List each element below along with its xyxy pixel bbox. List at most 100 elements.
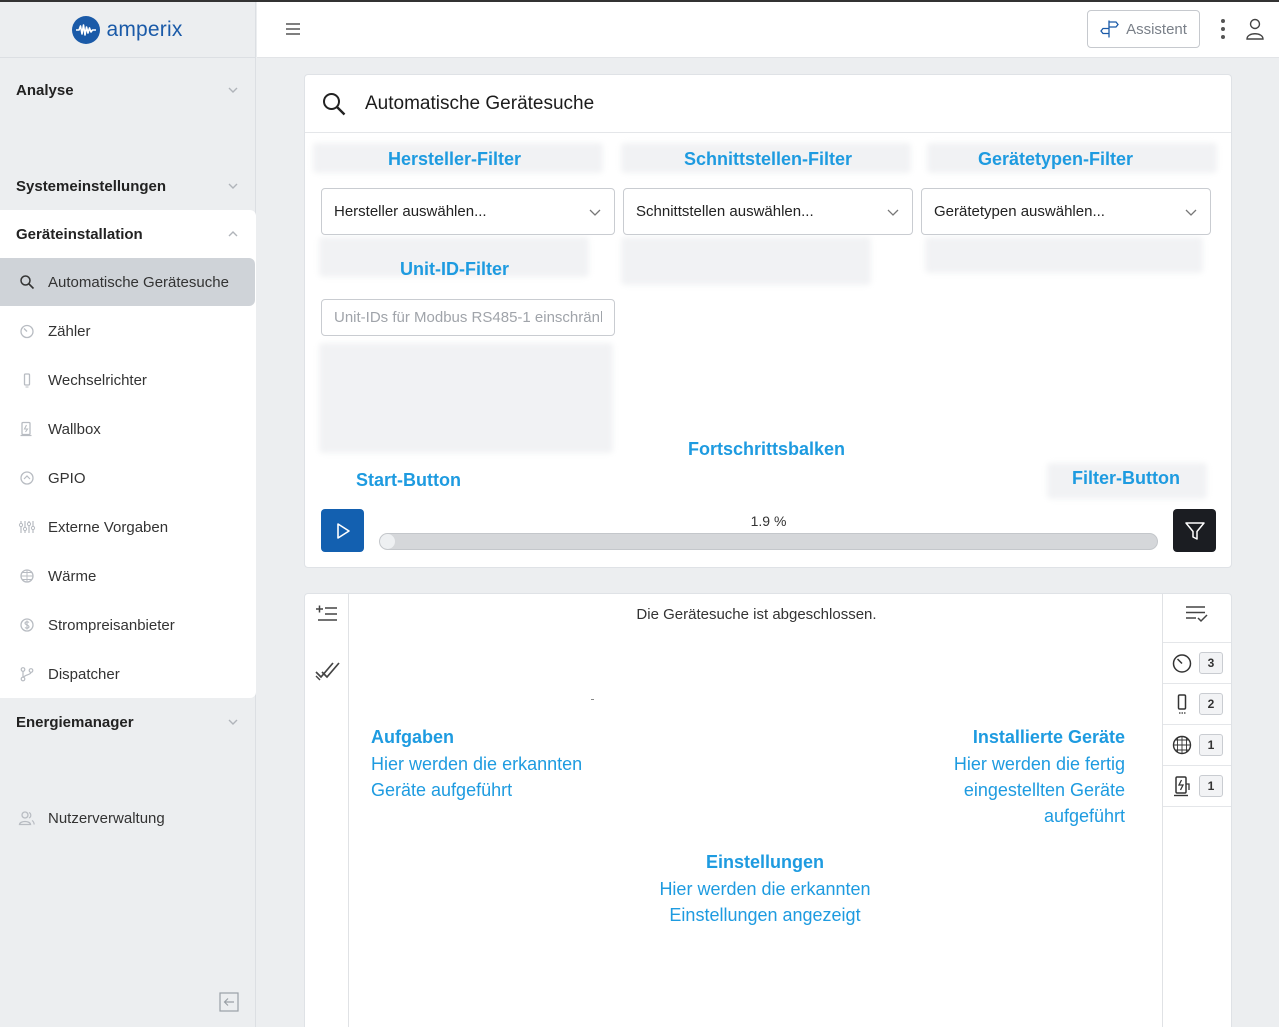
section-energiemanager[interactable]: Energiemanager: [0, 700, 256, 744]
tasks-tab[interactable]: [313, 600, 341, 628]
section-analyse-label: Analyse: [16, 81, 74, 99]
play-icon: [336, 522, 350, 539]
card-header: Automatische Gerätesuche: [305, 75, 1231, 133]
device-type-select[interactable]: Gerätetypen auswählen...: [921, 188, 1211, 235]
device-count-badge: 1: [1199, 775, 1223, 797]
device-type-select-value: Gerätetypen auswählen...: [934, 203, 1105, 220]
device-count-meter[interactable]: 3: [1163, 642, 1231, 683]
users-icon: [18, 809, 36, 827]
brand-name: amperix: [106, 17, 183, 41]
annotation-device-type-filter: Gerätetypen-Filter: [978, 149, 1134, 169]
chevron-up-icon: [228, 231, 238, 237]
hamburger-menu-icon[interactable]: [285, 22, 301, 36]
sidebar-item-label: Nutzerverwaltung: [48, 809, 165, 827]
sidebar-item-label: Wärme: [48, 567, 97, 585]
sidebar-item-dispatcher[interactable]: Dispatcher: [0, 650, 256, 698]
filter-button[interactable]: [1173, 509, 1216, 552]
gpio-icon: [18, 469, 36, 487]
dispatcher-icon: [18, 665, 36, 683]
chevron-down-icon: [589, 209, 601, 216]
annotation-tasks-title: Aufgaben: [371, 727, 454, 747]
section-geraeteinstallation[interactable]: Geräteinstallation: [0, 212, 256, 256]
heat-icon: [1172, 735, 1192, 755]
meter-icon: [1172, 654, 1192, 673]
device-count-badge: 1: [1199, 734, 1223, 756]
annotation-installed-line: aufgeführt: [1043, 806, 1125, 826]
sidebar-item-gpio[interactable]: GPIO: [0, 454, 256, 502]
manufacturer-select[interactable]: Hersteller auswählen...: [321, 188, 615, 235]
sidebar-item-waerme[interactable]: Wärme: [0, 552, 256, 600]
device-count-badge: 3: [1199, 652, 1223, 674]
chevron-down-icon: [228, 87, 238, 93]
annotation-start-button: Start-Button: [356, 470, 461, 490]
sidebar: amperix Analyse Systemeinstellungen Gerä…: [0, 2, 256, 1027]
section-energiemanager-label: Energiemanager: [16, 713, 134, 731]
chevron-down-icon: [228, 183, 238, 189]
annotation-progress-bar: Fortschrittsbalken: [688, 439, 846, 459]
sidebar-item-automatische-geraetesuche[interactable]: Automatische Gerätesuche: [0, 258, 255, 306]
signpost-icon: [1100, 20, 1119, 38]
amperix-logo-icon: [72, 15, 101, 44]
section-systemeinstellungen[interactable]: Systemeinstellungen: [0, 164, 256, 208]
search-status: Die Gerätesuche ist abgeschlossen.: [636, 606, 877, 623]
annotation-filter-button: Filter-Button: [1072, 468, 1180, 488]
sidebar-item-strompreisanbieter[interactable]: Strompreisanbieter: [0, 601, 256, 649]
section-systemeinstellungen-label: Systemeinstellungen: [16, 177, 167, 195]
inverter-icon: [18, 371, 36, 389]
user-account-icon[interactable]: [1245, 18, 1265, 40]
brand-logo[interactable]: amperix: [0, 2, 255, 58]
sidebar-item-externe-vorgaben[interactable]: Externe Vorgaben: [0, 503, 256, 551]
interface-select[interactable]: Schnittstellen auswählen...: [623, 188, 913, 235]
device-count-heat[interactable]: 1: [1163, 724, 1231, 765]
left-rail: [305, 594, 349, 1027]
sidebar-item-wallbox[interactable]: Wallbox: [0, 405, 256, 453]
list-check-icon: [1186, 606, 1208, 623]
search-icon: [323, 92, 346, 115]
chevron-down-icon: [887, 209, 899, 216]
assistant-button-label: Assistent: [1126, 20, 1187, 38]
wallbox-icon: [1174, 776, 1190, 797]
sidebar-item-wechselrichter[interactable]: Wechselrichter: [0, 356, 256, 404]
sidebar-item-zaehler[interactable]: Zähler: [0, 307, 256, 355]
wallbox-icon: [18, 420, 36, 438]
chevron-down-icon: [1185, 209, 1197, 216]
sidebar-item-label: Zähler: [48, 322, 91, 340]
sidebar-item-nutzerverwaltung[interactable]: Nutzerverwaltung: [0, 794, 256, 842]
sidebar-item-label: Automatische Gerätesuche: [48, 273, 229, 291]
top-bar: Assistent: [257, 2, 1279, 58]
chevron-down-icon: [228, 719, 238, 725]
device-count-badge: 2: [1199, 693, 1223, 715]
annotation-installed-line: eingestellten Geräte: [963, 780, 1125, 800]
progress-percent: 1.9 %: [750, 513, 787, 529]
annotation-installed-title: Installierte Geräte: [972, 727, 1125, 747]
annotation-tasks-line: Geräte aufgeführt: [371, 780, 513, 800]
device-count-wallbox[interactable]: 1: [1163, 765, 1231, 806]
blurred-region: [925, 237, 1203, 273]
annotation-manufacturer-filter: Hersteller-Filter: [388, 149, 522, 169]
unit-id-input[interactable]: [321, 299, 615, 336]
installed-tab[interactable]: [313, 656, 341, 684]
progress-bar-fill: [380, 534, 395, 549]
manufacturer-select-value: Hersteller auswählen...: [334, 203, 487, 220]
interface-select-value: Schnittstellen auswählen...: [636, 203, 814, 220]
meter-icon: [18, 322, 36, 340]
device-search-card: Automatische Gerätesuche Hersteller-Filt…: [304, 74, 1232, 568]
device-count-inverter[interactable]: 2: [1163, 683, 1231, 724]
collapse-sidebar-icon[interactable]: [219, 992, 239, 1012]
divider: [1163, 806, 1231, 807]
annotation-installed-line: Hier werden die fertig: [953, 754, 1125, 774]
section-geraeteinstallation-label: Geräteinstallation: [16, 225, 143, 243]
inverter-icon: [1177, 694, 1187, 714]
filter-icon: [1184, 521, 1205, 540]
settings-tab[interactable]: [1183, 600, 1211, 628]
blurred-region: [621, 237, 871, 285]
annotation-settings-line: Einstellungen angezeigt: [669, 905, 861, 925]
progress-bar: [379, 533, 1158, 550]
section-analyse[interactable]: Analyse: [0, 68, 256, 112]
divider: [591, 699, 594, 700]
search-icon: [18, 273, 36, 291]
start-button[interactable]: [321, 509, 364, 552]
assistant-button[interactable]: Assistent: [1087, 10, 1200, 48]
annotation-interface-filter: Schnittstellen-Filter: [684, 149, 853, 169]
more-options-icon[interactable]: [1219, 18, 1227, 40]
